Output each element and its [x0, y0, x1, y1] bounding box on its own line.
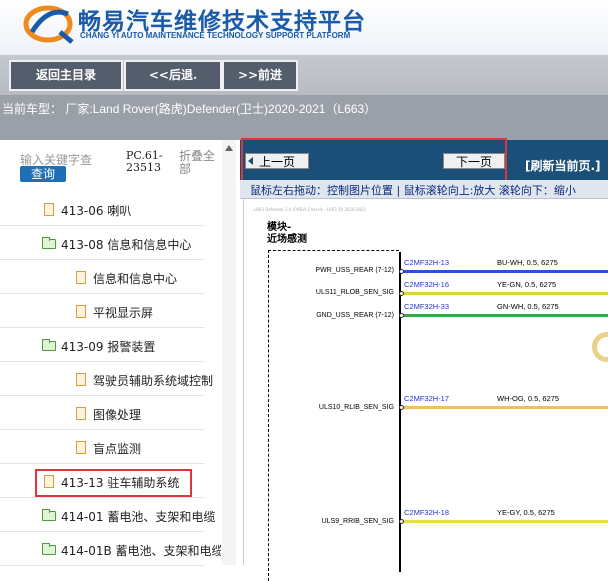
tree-item[interactable]: 驾驶员辅助系统域控制: [0, 365, 213, 396]
wire-spec: GN-WH, 0.5, 6275: [497, 302, 559, 311]
collapse-all-button[interactable]: 折叠全部: [179, 150, 217, 176]
viewer-nav-bar: 上一页 下一页 [刷新当前页.]: [240, 138, 608, 182]
tree-item[interactable]: 盲点监测: [0, 433, 205, 464]
wire-spec: BU-WH, 0.5, 6275: [497, 258, 558, 267]
pin-dot: [399, 313, 404, 318]
selection-highlight: [35, 469, 192, 497]
file-icon: [44, 203, 54, 216]
module-boundary: [268, 250, 399, 581]
viewer-hint-bar: 鼠标左右拖动：控制图片位置 | 鼠标滚轮向上:放大 滚轮向下：缩小: [240, 180, 608, 199]
file-icon: [76, 373, 86, 386]
tree-item[interactable]: 图像处理: [0, 399, 205, 430]
module-title-line1: 模块-: [267, 222, 292, 233]
vehicle-info-text: 当前车型： 厂家:Land Rover(路虎)Defender(卫士)2020-…: [2, 102, 377, 116]
tree-item-label: 信息和信息中心: [93, 272, 178, 286]
pc-code-line2: 23513: [126, 161, 161, 174]
wiring-diagram[interactable]: L663 Defender 2.0 (PHEV) Chassis - L663 …: [243, 199, 608, 581]
pin-label: ULS11_RLOB_SEN_SIG: [315, 289, 394, 296]
tree-item-label: 413-06 喇叭: [61, 204, 132, 218]
brand-subtitle: CHANG YI AUTO MAINTENANCE TECHNOLOGY SUP…: [80, 31, 351, 40]
file-icon: [76, 441, 86, 454]
connector-label: C2MF32H-33: [404, 302, 450, 311]
tree-item-label: 413-08 信息和信息中心: [61, 238, 192, 252]
viewer-hint: 鼠标左右拖动：控制图片位置 | 鼠标滚轮向上:放大 滚轮向下：缩小: [250, 184, 576, 197]
pc-code: PC.61- 23513: [126, 150, 163, 174]
wire-line: [402, 520, 608, 523]
left-panel: 输入关键字查 查询 PC.61- 23513 折叠全部 413-06 喇叭 41…: [0, 140, 236, 566]
folder-icon: [42, 543, 56, 555]
connector-label: C2MF32H-17: [404, 394, 450, 403]
pin-dot: [399, 291, 404, 296]
tree-item[interactable]: 414-01 蓄电池、支架和电缆: [0, 501, 215, 532]
folder-icon: [42, 509, 56, 521]
pin-label: GND_USS_REAR (7-12): [316, 312, 394, 319]
file-icon: [76, 305, 86, 318]
connector-bar: [399, 252, 401, 572]
back-button[interactable]: <<后退.: [124, 60, 222, 91]
tree-item[interactable]: 414-01B 蓄电池、支架和电缆: [0, 535, 221, 566]
tree-item-label: 平视显示屏: [93, 306, 154, 320]
tree-item-label: 414-01B 蓄电池、支架和电缆: [61, 544, 221, 558]
file-icon: [76, 407, 86, 420]
wire-spec: YE-GY, 0.5, 6275: [497, 508, 555, 517]
folder-open-icon: [42, 237, 56, 249]
app-header: 畅易汽车维修技术支持平台 CHANG YI AUTO MAINTENANCE T…: [0, 0, 608, 55]
module-title-line2: 近场感测: [267, 234, 307, 245]
tree-item-label: 驾驶员辅助系统域控制: [93, 374, 214, 388]
tree-item[interactable]: 信息和信息中心: [0, 263, 205, 294]
wire-line: [402, 270, 608, 273]
back-to-main-button[interactable]: 返回主目录: [9, 60, 123, 91]
tree-item[interactable]: 平视显示屏: [0, 297, 205, 328]
pin-label: ULS9_RRIB_SEN_SIG: [321, 518, 394, 525]
brand-logo-icon: [23, 5, 74, 44]
wire-line: [402, 314, 608, 317]
nav-highlight: [241, 138, 507, 182]
wire-spec: WH-OG, 0.5, 6275: [497, 394, 560, 403]
main-toolbar: 返回主目录 <<后退. >>前进: [0, 55, 608, 95]
scroll-up-arrow-icon[interactable]: [225, 145, 233, 151]
wire-line: [402, 406, 608, 409]
pin-label: PWR_USS_REAR (7-12): [315, 267, 394, 274]
pin-label: ULS10_RLIB_SEN_SIG: [318, 404, 394, 411]
tree-scrollbar[interactable]: [222, 140, 236, 565]
tree-item-label: 414-01 蓄电池、支架和电缆: [61, 510, 216, 524]
wire-line: [402, 292, 608, 295]
tree-item-label: 图像处理: [93, 408, 142, 422]
wire-spec: YE-GN, 0.5, 6275: [497, 280, 557, 289]
tree-item-label: 413-09 报警装置: [61, 340, 156, 354]
pin-dot: [399, 269, 404, 274]
tree-item[interactable]: 413-06 喇叭: [0, 195, 205, 226]
file-icon: [76, 271, 86, 284]
forward-button[interactable]: >>前进: [222, 60, 298, 91]
folder-open-icon: [42, 339, 56, 351]
tree-item[interactable]: 413-08 信息和信息中心: [0, 229, 205, 260]
module-title: 模块- 近场感测: [267, 222, 307, 246]
wire-splice-ring: [592, 332, 608, 362]
tree-item-label: 盲点监测: [93, 442, 142, 456]
viewer-panel: 上一页 下一页 [刷新当前页.] 鼠标左右拖动：控制图片位置 | 鼠标滚轮向上:…: [240, 138, 608, 581]
search-button[interactable]: 查询: [20, 166, 66, 182]
vehicle-info-bar: 当前车型： 厂家:Land Rover(路虎)Defender(卫士)2020-…: [0, 95, 608, 140]
tree-item[interactable]: 413-09 报警装置: [0, 331, 205, 362]
pin-dot: [399, 519, 404, 524]
connector-label: C2MF32H-18: [404, 508, 450, 517]
connector-label: C2MF32H-16: [404, 280, 450, 289]
refresh-page-button[interactable]: [刷新当前页.]: [525, 157, 601, 174]
connector-label: C2MF32H-13: [404, 258, 450, 267]
diagram-header: L663 Defender 2.0 (PHEV) Chassis - L663 …: [254, 207, 367, 212]
pin-dot: [399, 405, 404, 410]
